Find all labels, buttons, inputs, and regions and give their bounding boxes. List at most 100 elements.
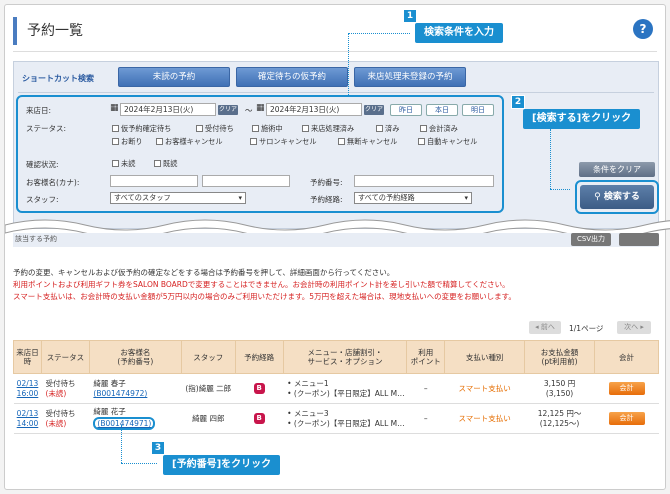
status-checkbox[interactable]: 済み: [376, 124, 399, 134]
search-button[interactable]: ⚲ 検索する: [580, 185, 654, 209]
status-checkbox[interactable]: 会計済み: [420, 124, 458, 134]
reservation-number-input[interactable]: [354, 175, 494, 187]
reservation-number-link[interactable]: (B001474972): [93, 389, 147, 398]
shortcut-unregistered-button[interactable]: 来店処理未登録の予約: [354, 67, 466, 87]
checkout-button[interactable]: 会計: [608, 382, 645, 395]
next-page-button[interactable]: 次へ ▸: [617, 321, 651, 334]
status-text: 受付待ち: [45, 408, 76, 418]
range-separator: 〜: [245, 106, 253, 115]
page-title: 予約一覧: [13, 17, 83, 45]
chevron-down-icon: ▾: [238, 194, 242, 202]
calendar-icon[interactable]: ▦: [256, 103, 265, 113]
callout-connector: [121, 425, 122, 463]
shortcut-unread-button[interactable]: 未読の予約: [118, 67, 230, 87]
note-warning: 利用ポイントおよび利用ギフト券をSALON BOARDで変更することはできません…: [13, 280, 510, 289]
search-icon: ⚲: [594, 192, 604, 202]
callout-connector: [550, 189, 570, 190]
confirm-label: 確認状況:: [26, 160, 59, 169]
amount-before-points: (12,125〜): [539, 418, 580, 428]
reservation-number-link[interactable]: (B001474971): [97, 419, 151, 428]
customer-name-label: お客様名(カナ):: [26, 178, 80, 187]
col-header[interactable]: お客様名 (予約番号): [88, 340, 182, 374]
customer-lastname-input[interactable]: [110, 175, 198, 187]
tomorrow-button[interactable]: 明日: [462, 104, 494, 116]
reservation-number-label: 予約番号:: [310, 178, 343, 187]
shortcut-label: ショートカット検索: [22, 74, 94, 83]
status-checkbox[interactable]: お客様キャンセル: [156, 137, 223, 147]
date-from-clear-button[interactable]: クリア: [218, 105, 238, 115]
date-to-input[interactable]: 2024年2月13日(火): [266, 103, 362, 116]
menu-item: メニュー3: [293, 408, 329, 418]
search-conditions: 来店日: ▦ 2024年2月13日(火) クリア 〜 ▦ 2024年2月13日(…: [16, 95, 504, 213]
checkout-button[interactable]: 会計: [608, 412, 645, 425]
result-toolbar: 該当する予約 CSV出力: [13, 233, 659, 247]
status-checkbox[interactable]: 施術中: [252, 124, 283, 134]
result-count-text: 該当する予約: [15, 235, 57, 243]
col-header[interactable]: ステータス: [40, 340, 90, 374]
visit-date-link[interactable]: 02/13: [17, 409, 39, 418]
col-header: 会計: [594, 340, 659, 374]
route-select[interactable]: すべての予約経路 ▾: [354, 192, 472, 204]
unread-badge: (未読): [45, 388, 67, 398]
page: 予約一覧 ? ショートカット検索 未読の予約 確定待ちの仮予約 来店処理未登録の…: [4, 4, 670, 490]
callout-1-number: 1: [403, 9, 417, 23]
route-label: 予約経路:: [310, 195, 343, 204]
beauty-route-icon: B: [253, 383, 265, 394]
status-checkbox[interactable]: 仮予約確定待ち: [112, 124, 171, 134]
col-header: メニュー・店舗割引・ サービス・オプション: [282, 340, 408, 374]
status-checkbox[interactable]: 来店処理済み: [302, 124, 354, 134]
status-checkbox[interactable]: 自動キャンセル: [418, 137, 477, 147]
callout-connector: [348, 33, 410, 34]
table-row: 02/13 14:00 受付待ち (未読) 綺麗 花子 (B001474971) 綺麗…: [13, 403, 659, 434]
divider: [13, 51, 657, 52]
callout-2-number: 2: [511, 95, 525, 109]
confirm-read-checkbox[interactable]: 既読: [154, 159, 177, 169]
menu-item: (クーポン)【平日限定】ALL M…: [293, 418, 405, 428]
shortcut-tentative-button[interactable]: 確定待ちの仮予約: [236, 67, 348, 87]
status-checkbox[interactable]: 受付待ち: [196, 124, 234, 134]
menu-item: (クーポン)【平日限定】ALL M…: [293, 388, 405, 398]
visit-time-link[interactable]: 16:00: [17, 389, 39, 398]
date-from-input[interactable]: 2024年2月13日(火): [120, 103, 216, 116]
prev-page-button[interactable]: ◂ 前へ: [529, 321, 561, 334]
staff-name: (指)綺麗 二郎: [185, 383, 232, 393]
today-button[interactable]: 本日: [426, 104, 458, 116]
callout-connector: [121, 463, 157, 464]
confirm-unread-checkbox[interactable]: 未読: [112, 159, 135, 169]
calendar-icon[interactable]: ▦: [110, 103, 119, 113]
visit-time-link[interactable]: 14:00: [17, 419, 39, 428]
col-header: 支払い種別: [444, 340, 526, 374]
table-row: 02/13 16:00 受付待ち (未読) 綺麗 春子 (B001474972) (指…: [13, 373, 659, 404]
customer-firstname-input[interactable]: [202, 175, 290, 187]
yesterday-button[interactable]: 昨日: [390, 104, 422, 116]
status-checkbox[interactable]: お断り: [112, 137, 143, 147]
reservation-table: 来店日時 ステータス お客様名 (予約番号) スタッフ 予約経路 メニュー・店舗…: [13, 340, 659, 434]
col-header[interactable]: スタッフ: [180, 340, 236, 374]
print-button[interactable]: [619, 233, 659, 246]
amount: 3,150 円: [543, 378, 576, 388]
visit-date-label: 来店日:: [26, 106, 52, 115]
col-header: 利用 ポイント: [406, 340, 446, 374]
date-to-clear-button[interactable]: クリア: [364, 105, 384, 115]
note-text: 予約の変更、キャンセルおよび仮予約の確定などをする場合は予約番号を押して、詳細画…: [13, 268, 395, 277]
col-header[interactable]: 予約経路: [234, 340, 284, 374]
payment-type: スマート支払い: [444, 403, 525, 434]
status-checkbox[interactable]: 無断キャンセル: [338, 137, 397, 147]
staff-select[interactable]: すべてのスタッフ ▾: [110, 192, 246, 204]
help-icon[interactable]: ?: [633, 19, 653, 39]
status-checkbox[interactable]: サロンキャンセル: [250, 137, 317, 147]
divider: [18, 92, 654, 93]
visit-date-link[interactable]: 02/13: [17, 379, 39, 388]
amount-before-points: (3,150): [545, 388, 574, 398]
status-text: 受付待ち: [45, 378, 76, 388]
customer-name: 綺麗 花子: [93, 406, 126, 416]
unread-badge: (未読): [45, 418, 67, 428]
csv-export-button[interactable]: CSV出力: [571, 233, 611, 246]
clear-conditions-button[interactable]: 条件をクリア: [579, 162, 655, 177]
col-header[interactable]: 来店日時: [13, 340, 42, 374]
staff-name: 綺麗 四郎: [192, 413, 225, 423]
status-label: ステータス:: [26, 124, 67, 133]
beauty-route-icon: B: [253, 413, 265, 424]
callout-3-number: 3: [151, 441, 165, 455]
points-value: –: [406, 373, 445, 404]
